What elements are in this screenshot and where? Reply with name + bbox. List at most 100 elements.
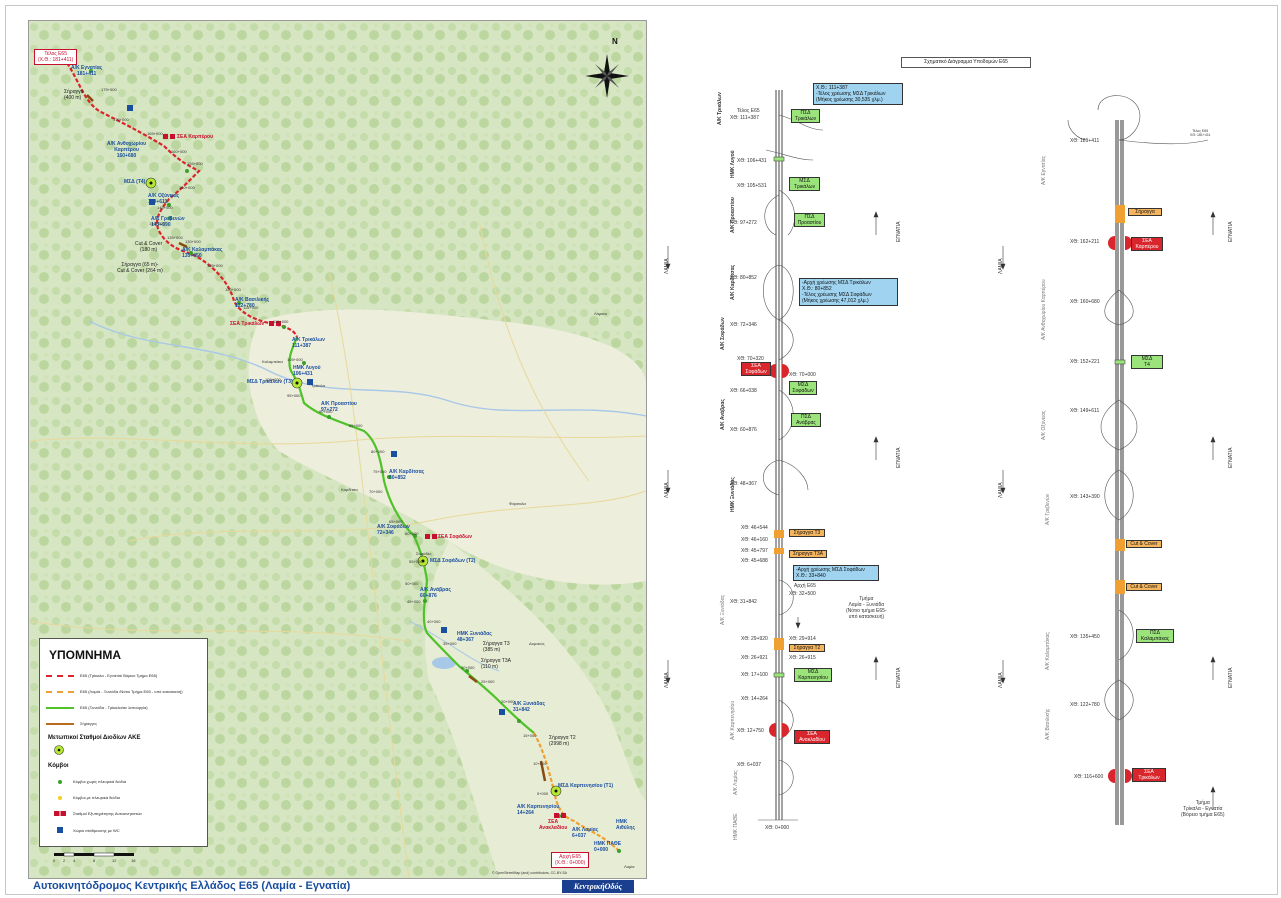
chainage-label: ΧΘ: 97+272 — [730, 220, 757, 226]
tag-pesd-anavras: ΠΣΔ Ανάβρας — [791, 413, 821, 427]
map-label-sea-trikalon[interactable]: ΣΕΑ Τρικάλων — [230, 321, 264, 327]
km-tick-label: 135+000 — [167, 235, 183, 240]
tag-cut-cover: Cut & Cover — [1126, 540, 1162, 548]
map-label-ak-oxyneias[interactable]: Α/Κ Οξύνειας 149+611 — [148, 193, 179, 205]
chainage-label: ΧΘ: 66+038 — [730, 388, 757, 394]
side-label-ak-vasilikis: Α/Κ Βασιλικής — [1045, 708, 1051, 740]
map-label-sea-karpirou[interactable]: ΣΕΑ Καρπέρου — [177, 134, 213, 140]
route-map[interactable]: N Τέλος Ε65 (Χ.Θ.: 181+411) Αρχή Ε65 (Χ.… — [28, 20, 647, 879]
direction-label-egnatia: ΕΓΝΑΤΙΑ — [896, 447, 902, 468]
chainage-label: ΧΘ: 48+367 — [730, 481, 757, 487]
km-tick-label: 170+000 — [113, 117, 129, 122]
map-label-tunnel-t3: Σήραγγα Τ3 (385 m) — [483, 641, 510, 653]
chainage-label: ΧΘ: 116+600 — [1074, 774, 1104, 780]
km-tick-label: 145+000 — [157, 205, 173, 210]
chainage-label: ΧΘ: 29+920 — [741, 636, 768, 642]
tag-tunnel-t3a: Σήραγγα Τ3Α — [789, 550, 827, 558]
tag-msd-sofadon: ΜΣΔ Σοφάδων — [789, 381, 817, 395]
scale-bar — [54, 852, 134, 857]
km-tick-label: 105+000 — [287, 357, 303, 362]
map-label-ak-lamias[interactable]: Α/Κ Λαμίας 6+037 — [572, 827, 598, 839]
legend-item: Ε65 (Λαμία - Ξυνιάδα /Νότιο Τμήμα Ε65 - … — [46, 689, 183, 694]
route-start-chainage: (Χ.Θ.: 0+000) — [555, 860, 586, 866]
tag-sea-trikalon: ΣΕΑ Τρικάλων — [1132, 768, 1166, 782]
tag-sea-karperou: ΣΕΑ Καρπέρου — [1131, 237, 1163, 251]
chainage-label: ΧΘ: 46+160 — [741, 537, 768, 543]
map-label-ak-anthochoriou[interactable]: Α/Κ Ανθοχωρίου Καρπέρου 160+680 — [107, 141, 146, 159]
legend-item: Ε65 (Ξυνιάδα - Τρίκαλα/σε λειτουργία) — [46, 705, 148, 710]
map-label-ak-karditsas[interactable]: Α/Κ Καρδίτσας 80+852 — [389, 469, 424, 481]
map-label-ihk-avythos[interactable]: ΗΜΚ Αιθύλης — [616, 819, 635, 831]
route-end-box: Τέλος Ε65 (Χ.Θ.: 181+411) — [34, 49, 78, 65]
service-area-icon — [54, 811, 66, 816]
map-label-ak-egnatias[interactable]: Α/Κ Εγνατίας 181+411 — [71, 65, 102, 77]
km-tick-label: 90+000 — [319, 409, 333, 414]
north-label: N — [612, 37, 618, 46]
map-label-tunnel-t3a: Σήραγγα Τ3Α (110 m) — [481, 658, 511, 670]
map-label-ak-karpenision[interactable]: Α/Κ Καρπενησίου 14+264 — [517, 804, 559, 816]
scale-label: 8 — [93, 858, 96, 863]
tag-pesd-kalampakas: ΠΣΔ Καλαμπάκας — [1136, 629, 1174, 643]
km-tick-label: 30+000 — [461, 665, 475, 670]
km-tick-label: 155+000 — [187, 161, 203, 166]
map-label-cut-cover-180: Cut & Cover (180 m) — [135, 241, 163, 253]
side-label-ak-sofadon: Α/Κ Σοφάδων — [720, 317, 726, 350]
km-tick-label: 20+000 — [501, 699, 515, 704]
info-box-sofadon-charge: -Αρχή χρέωσης ΜΣΔ Σοφάδων Χ.Θ.: 33+840 — [793, 565, 879, 581]
chainage-label: ΧΘ: 45+688 — [741, 558, 768, 564]
km-tick-label: 150+000 — [179, 185, 195, 190]
chainage-label: ΧΘ: 152+221 — [1070, 359, 1100, 365]
map-label-ak-kalampakas[interactable]: Α/Κ Καλαμπάκας 135+450 — [182, 247, 222, 259]
chainage-label: ΧΘ: 14+264 — [741, 696, 768, 702]
map-label-ak-xyniadas[interactable]: Α/Κ Ξυνιάδας 31+842 — [513, 701, 545, 713]
chainage-label: ΧΘ: 12+750 — [737, 728, 764, 734]
map-label-msd-sofadon[interactable]: ΜΣΔ Σοφάδων (Τ2) — [430, 558, 475, 564]
map-label-ak-anavras[interactable]: Α/Κ Ανάβρας 60+876 — [420, 587, 451, 599]
route-end-chainage: (Χ.Θ.: 181+411) — [38, 57, 74, 63]
km-tick-label: 160+000 — [171, 149, 187, 154]
scale-label: 12 — [112, 858, 117, 863]
side-label-ihk-lygou: ΗΜΚ Λυγού — [730, 150, 736, 178]
map-label-sea-sofadon[interactable]: ΣΕΑ Σοφάδων — [438, 534, 472, 540]
km-tick-label: 130+000 — [185, 239, 201, 244]
map-label-ihk-lygou[interactable]: ΗΜΚ Λυγού 106+431 — [293, 365, 321, 377]
map-attribution: © OpenStreetMap (and) contributors, CC-B… — [492, 871, 568, 875]
direction-label-lamia: ΛΑΜΙΑ — [664, 258, 670, 274]
tag-tunnel-t3: Σήραγγα Τ3 — [789, 529, 825, 537]
chainage-label: ΧΘ: 80+852 — [730, 275, 757, 281]
tag-msd-t4: ΜΣΔ Τ4 — [1131, 355, 1163, 369]
side-label-ak-kalampakas: Α/Κ Καλαμπάκας — [1045, 632, 1051, 670]
town-label: Δομοκός — [529, 641, 545, 646]
tag-cut-cover: Cut & Cover — [1126, 583, 1162, 591]
side-label-ak-egnatias: Α/Κ Εγνατίας — [1041, 155, 1047, 185]
side-label-ak-karditsas: Α/Κ Καρδίτσας — [730, 264, 736, 300]
direction-label-lamia: ΛΑΜΙΑ — [998, 672, 1004, 688]
km-tick-label: 5+000 — [537, 791, 549, 796]
chainage-label: ΧΘ: 162+211 — [1070, 239, 1100, 245]
tag-pesd-proastiou: ΠΣΔ Προαστίου — [794, 213, 825, 227]
km-tick-label: 75+000 — [373, 469, 387, 474]
km-tick-label: 55+000 — [409, 559, 423, 564]
info-box-karditsa-charge: -Αρχή χρέωσης ΜΣΔ Τρικάλων Χ.Θ.: 80+852 -Τ… — [799, 278, 898, 306]
map-label-sea-anakladiou[interactable]: ΣΕΑ Ανακλαδίου — [539, 819, 567, 831]
direction-label-egnatia: ΕΓΝΑΤΙΑ — [896, 667, 902, 688]
km-tick-label: 175+000 — [101, 87, 117, 92]
kentriki-odos-logo: ΚεντρικήΟδός — [562, 880, 634, 893]
map-label-ak-trikalon[interactable]: Α/Κ Τρικάλων 111+387 — [292, 337, 325, 349]
km-tick-label: 60+000 — [405, 531, 419, 536]
legend-item: Χώροι στάθμευσης με WC — [46, 827, 120, 833]
diagram-lines — [665, 90, 1216, 825]
map-label-msd-karpenision[interactable]: ΜΣΔ Καρπενησίου (Τ1) — [558, 783, 613, 789]
chainage-label: ΧΘ: 105+531 — [737, 183, 767, 189]
legend-item: Ε65 (Τρίκαλα - Εγνατία/ Βόρειο Τμήμα Ε65… — [46, 673, 157, 678]
chainage-label: ΧΘ: 106+431 — [737, 158, 767, 164]
town-label: Λάρισα — [594, 311, 607, 316]
legend-item: Κόμβοι με πλευρικά διόδια — [46, 795, 120, 800]
km-tick-label: 10+000 — [533, 761, 547, 766]
chainage-label: ΧΘ: 29+914 — [789, 636, 816, 642]
tag-tunnel: Σήραγγα — [1128, 208, 1162, 216]
map-label-ihk-pathe[interactable]: ΗΜΚ ΠΑΘΕ 0+000 — [594, 841, 621, 853]
side-label-ak-proastiou: Α/Κ Προαστίου — [730, 197, 736, 233]
map-label-msd-t4[interactable]: ΜΣΔ (Τ4) — [124, 179, 145, 185]
chainage-label: ΧΘ: 45+797 — [741, 548, 768, 554]
